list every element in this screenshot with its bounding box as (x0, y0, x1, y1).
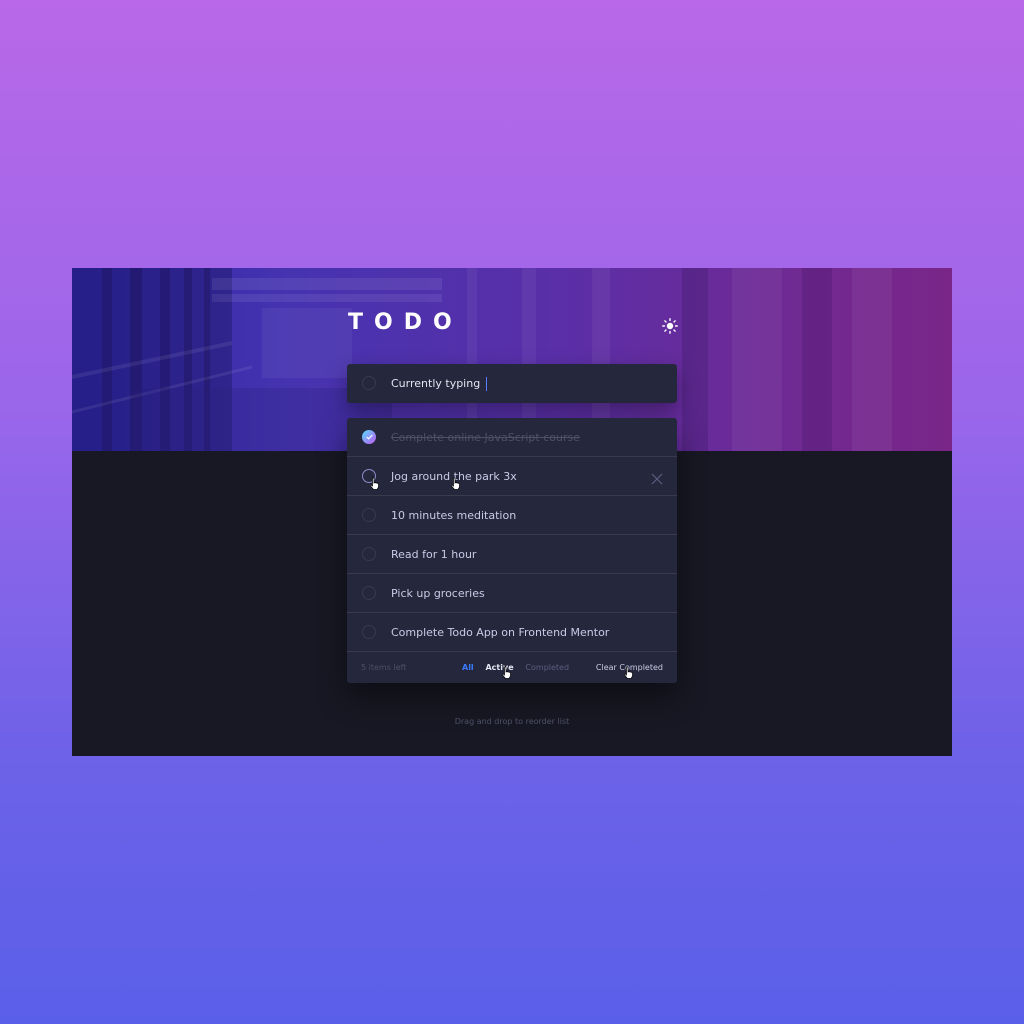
new-todo-input[interactable]: Currently typing (391, 364, 488, 403)
filter-all[interactable]: All (462, 663, 474, 672)
todo-text: Read for 1 hour (391, 548, 477, 561)
todo-text: Complete online JavaScript course (391, 431, 580, 444)
todo-text: 10 minutes meditation (391, 509, 517, 522)
close-icon[interactable] (651, 470, 663, 485)
todo-footer: 5 items left All Active Completed Clear … (347, 652, 677, 683)
app-title: TODO (348, 310, 463, 335)
hand-cursor-icon (501, 666, 511, 679)
items-left-count: 5 items left (361, 663, 407, 672)
todo-text: Pick up groceries (391, 587, 485, 600)
todo-item[interactable]: Read for 1 hour (347, 535, 677, 574)
todo-item[interactable]: 10 minutes meditation (347, 496, 677, 535)
todo-list: Complete online JavaScript course Jog ar… (347, 418, 677, 683)
hand-cursor-icon (623, 666, 633, 679)
checkbox-circle-icon[interactable] (362, 508, 376, 522)
checkbox-circle-icon[interactable] (362, 625, 376, 639)
sun-icon[interactable] (660, 316, 680, 336)
checkbox-circle-icon[interactable] (362, 547, 376, 561)
hand-cursor-icon (450, 477, 460, 490)
checkbox-circle-icon[interactable] (362, 586, 376, 600)
drag-hint: Drag and drop to reorder list (454, 717, 570, 726)
text-caret (486, 377, 488, 391)
todo-item[interactable]: Complete Todo App on Frontend Mentor (347, 613, 677, 652)
todo-item[interactable]: Complete online JavaScript course (347, 418, 677, 457)
new-todo-circle-icon (362, 376, 376, 390)
filter-completed[interactable]: Completed (525, 663, 569, 672)
new-todo-value: Currently typing (391, 377, 481, 390)
checked-checkbox-icon[interactable] (362, 430, 376, 444)
todo-item[interactable]: Jog around the park 3x (347, 457, 677, 496)
todo-item[interactable]: Pick up groceries (347, 574, 677, 613)
hand-cursor-icon (369, 477, 379, 490)
new-todo-field[interactable]: Currently typing (347, 364, 677, 403)
todo-app: TODO Currently typing Complete online Ja… (72, 268, 952, 756)
todo-text: Complete Todo App on Frontend Mentor (391, 626, 610, 639)
filter-group: All Active Completed (462, 652, 578, 683)
